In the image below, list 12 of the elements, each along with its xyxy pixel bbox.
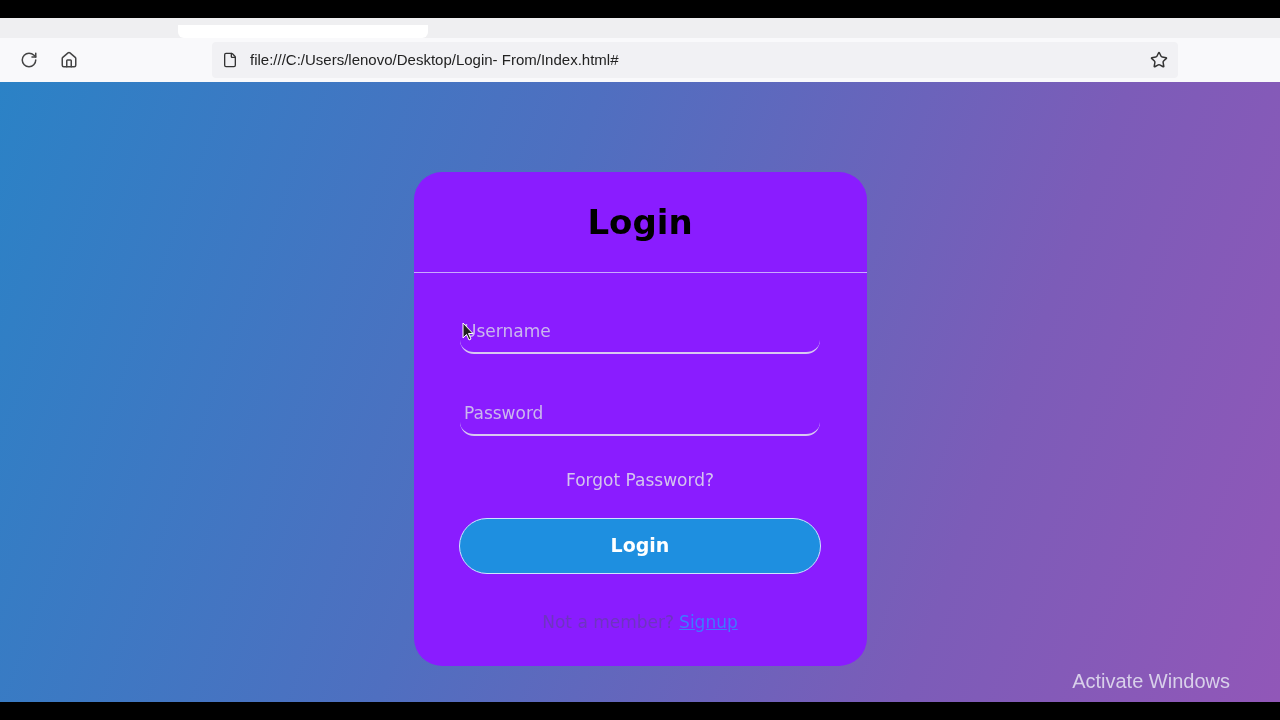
reload-icon[interactable] <box>20 51 38 69</box>
forgot-password-link[interactable]: Forgot Password? <box>566 468 714 494</box>
address-text: file:///C:/Users/lenovo/Desktop/Login- From/Index.html# <box>250 49 619 70</box>
file-icon <box>222 51 238 69</box>
signup-prompt: Not a member? <box>542 610 675 634</box>
login-button[interactable]: Login <box>459 517 821 574</box>
home-icon[interactable] <box>60 51 78 69</box>
activation-watermark: Activate Windows <box>1072 669 1230 694</box>
bookmark-star-icon[interactable] <box>1150 51 1168 69</box>
text-field[interactable]: Password <box>460 392 820 436</box>
card-title: Login <box>587 202 693 242</box>
address-bar[interactable]: file:///C:/Users/lenovo/Desktop/Login- From/Index.html# <box>212 42 1178 78</box>
